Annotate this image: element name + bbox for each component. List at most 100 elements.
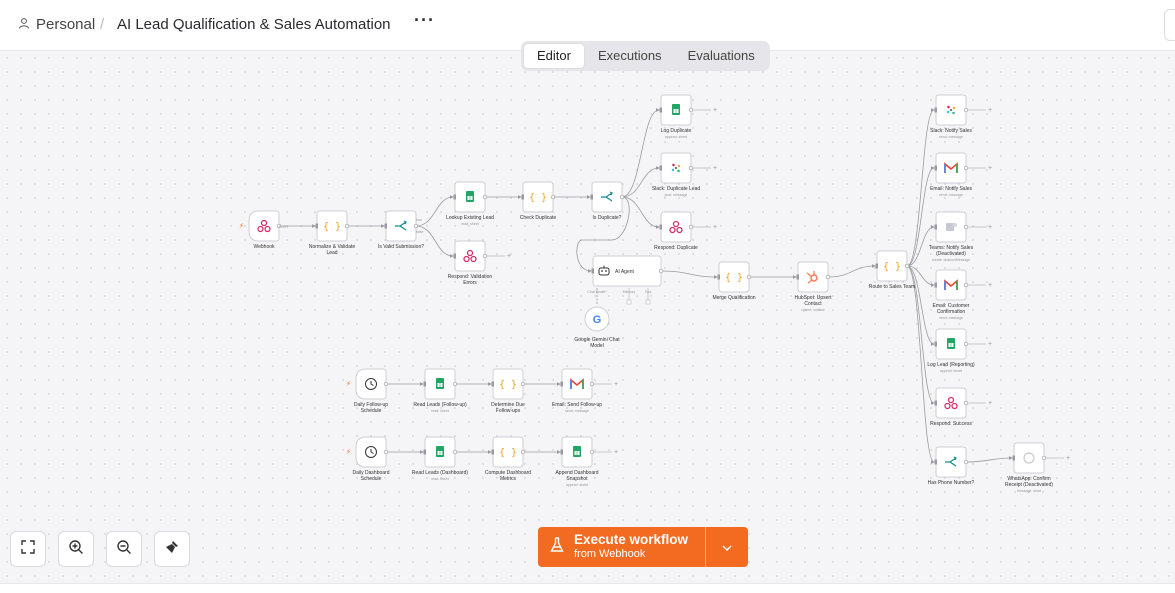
- view-tabs: Editor Executions Evaluations: [521, 41, 770, 71]
- workflow-node-lookup[interactable]: Lookup Existing Leadread: sheet: [446, 181, 494, 226]
- connection-edge[interactable]: [906, 166, 935, 267]
- workflow-node-respval[interactable]: Respond: ValidationErrors: [448, 240, 493, 286]
- workflow-node-emailfu[interactable]: Email: Send Follow-upsend: message: [552, 368, 602, 413]
- workflow-node-detfu[interactable]: { }Determine DueFollow-ups: [491, 368, 526, 414]
- add-node-plus[interactable]: +: [988, 400, 992, 407]
- workflow-node-route[interactable]: { } Route to Sales Team: [869, 250, 915, 290]
- connection-edge[interactable]: [965, 456, 1013, 463]
- node-label: Check Duplicate: [520, 215, 557, 221]
- node-label: Has Phone Number?: [928, 480, 975, 486]
- workflow-node-merge[interactable]: { } Merge Qualification: [712, 261, 756, 301]
- flask-icon: [550, 536, 564, 558]
- workflow-node-normalize[interactable]: { }Normalize & ValidateLead: [309, 210, 356, 256]
- node-sublabel: message: send: [1017, 489, 1041, 493]
- execute-main[interactable]: Execute workflow from Webhook: [538, 527, 705, 567]
- node-sublabel: post: message: [665, 193, 688, 197]
- tab-evaluations[interactable]: Evaluations: [675, 43, 768, 69]
- connection-edge[interactable]: [906, 265, 935, 346]
- sheets-icon: [672, 104, 680, 115]
- add-node-plus[interactable]: +: [713, 107, 717, 114]
- svg-text:G: G: [593, 314, 602, 326]
- workflow-node-slacksales[interactable]: Slack: Notify Salessend: message: [930, 94, 972, 139]
- add-node-plus[interactable]: +: [713, 224, 717, 231]
- add-node-plus[interactable]: +: [988, 107, 992, 114]
- node-label: Route to Sales Team: [869, 284, 915, 290]
- trigger-bolt-icon: ⚡: [346, 380, 351, 388]
- node-label: Log Duplicate: [661, 128, 692, 134]
- tab-executions[interactable]: Executions: [585, 43, 675, 69]
- workflow-node-loglead[interactable]: Log Lead (Reporting)append: sheet: [927, 328, 975, 373]
- workflow-node-appdash[interactable]: Append DashboardSnapshotappend: sheet: [555, 436, 599, 487]
- execute-sublabel: from Webhook: [574, 548, 646, 560]
- connection-edge[interactable]: [660, 270, 718, 279]
- workflow-node-compdash[interactable]: { }Compute DashboardMetrics: [485, 436, 531, 482]
- workflow-node-readfu[interactable]: Read Leads (Follow-up)read: sheet: [413, 368, 467, 413]
- workflow-node-dailydash[interactable]: Daily DashboardSchedule⚡: [346, 436, 390, 482]
- workflow-node-hubspot[interactable]: HubSpot: UpsertContactupsert: contact: [795, 261, 833, 312]
- svg-text:{ }: { }: [883, 262, 901, 273]
- connection-edge[interactable]: [621, 166, 660, 198]
- zoom-in-icon: [68, 539, 84, 560]
- workflow-node-emailcust[interactable]: Email: CustomerConfirmationsend: message: [933, 269, 970, 320]
- add-node-plus[interactable]: +: [1066, 455, 1070, 462]
- connection-edge[interactable]: [827, 264, 876, 278]
- workflow-node-aiagent[interactable]: AI Agent: [591, 255, 664, 287]
- ai-port-label: Tool: [645, 290, 652, 294]
- workflow-node-dailyfu[interactable]: Daily Follow-upSchedule⚡: [346, 368, 388, 414]
- edge-label: true: [416, 218, 422, 222]
- add-node-plus[interactable]: +: [988, 165, 992, 172]
- edge-label: false: [416, 230, 423, 234]
- node-label: Webhook: [253, 244, 275, 250]
- node-label: Slack: Duplicate Lead: [652, 186, 701, 192]
- node-label: Receipt (Deactivated): [1005, 482, 1053, 488]
- zoom-out-icon: [116, 539, 132, 560]
- node-label: Contact: [804, 301, 822, 307]
- svg-text:{ }: { }: [529, 193, 547, 204]
- add-node-plus[interactable]: +: [507, 253, 511, 260]
- tab-editor[interactable]: Editor: [523, 43, 585, 69]
- workflow-node-logdup[interactable]: Log Duplicateappend: sheet: [659, 94, 694, 139]
- svg-text:{ }: { }: [499, 380, 517, 391]
- node-label: Read Leads (Dashboard): [412, 470, 468, 476]
- workflow-node-isdup[interactable]: Is Duplicate?: [590, 181, 625, 221]
- add-node-plus[interactable]: +: [614, 449, 618, 456]
- workflow-node-webhook[interactable]: Webhook ⚡: [239, 210, 282, 250]
- add-node-plus[interactable]: +: [713, 165, 717, 172]
- workflow-node-whatsapp[interactable]: WhatsApp: ConfirmReceipt (Deactivated)me…: [1005, 442, 1053, 493]
- workflow-node-slackdup[interactable]: Slack: Duplicate Leadpost: message: [652, 152, 701, 197]
- workflow-node-teams[interactable]: Teams: Notify Sales(Deactivated)create: …: [929, 211, 974, 262]
- workflow-node-hasphone[interactable]: Has Phone Number?: [928, 446, 975, 486]
- workflow-node-emailsales[interactable]: Email: Notify Salessend: message: [930, 152, 972, 197]
- node-sublabel: create: channelMessage: [932, 258, 970, 262]
- node-label: Schedule: [361, 408, 382, 414]
- add-node-plus[interactable]: +: [988, 224, 992, 231]
- workflow-node-readdash[interactable]: Read Leads (Dashboard)read: sheet: [412, 436, 468, 481]
- workflow-node-respsucc[interactable]: Respond: Success: [930, 387, 972, 427]
- workflow-node-gemini[interactable]: GGoogle Gemini ChatModel: [574, 306, 620, 349]
- sub-port-plus[interactable]: [645, 299, 651, 305]
- add-node-plus[interactable]: +: [614, 381, 618, 388]
- sheets-icon: [436, 446, 444, 457]
- execute-workflow-button[interactable]: Execute workflow from Webhook: [538, 527, 748, 567]
- node-label: Schedule: [361, 476, 382, 482]
- svg-text:{ }: { }: [725, 273, 743, 284]
- workflow-node-checkdup[interactable]: { } Check Duplicate: [520, 181, 557, 221]
- fit-view-button[interactable]: [10, 531, 46, 567]
- zoom-in-button[interactable]: [58, 531, 94, 567]
- node-label: Errors: [463, 280, 477, 286]
- trigger-bolt-icon: ⚡: [346, 448, 351, 456]
- tidy-up-button[interactable]: [154, 531, 190, 567]
- code-icon: { }: [529, 193, 547, 204]
- zoom-out-button[interactable]: [106, 531, 142, 567]
- add-node-plus[interactable]: +: [988, 341, 992, 348]
- code-icon: { }: [499, 380, 517, 391]
- sub-port-plus[interactable]: [626, 299, 632, 305]
- workflow-node-respdup[interactable]: Respond: Duplicate: [654, 211, 698, 251]
- node-label: Lead: [326, 250, 337, 256]
- ai-port-label: Memory: [623, 290, 636, 294]
- node-label: Read Leads (Follow-up): [413, 402, 467, 408]
- execute-label: Execute workflow: [574, 532, 689, 547]
- add-node-plus[interactable]: +: [988, 282, 992, 289]
- trigger-bolt-icon: ⚡: [239, 222, 244, 230]
- execute-dropdown-button[interactable]: [705, 527, 748, 567]
